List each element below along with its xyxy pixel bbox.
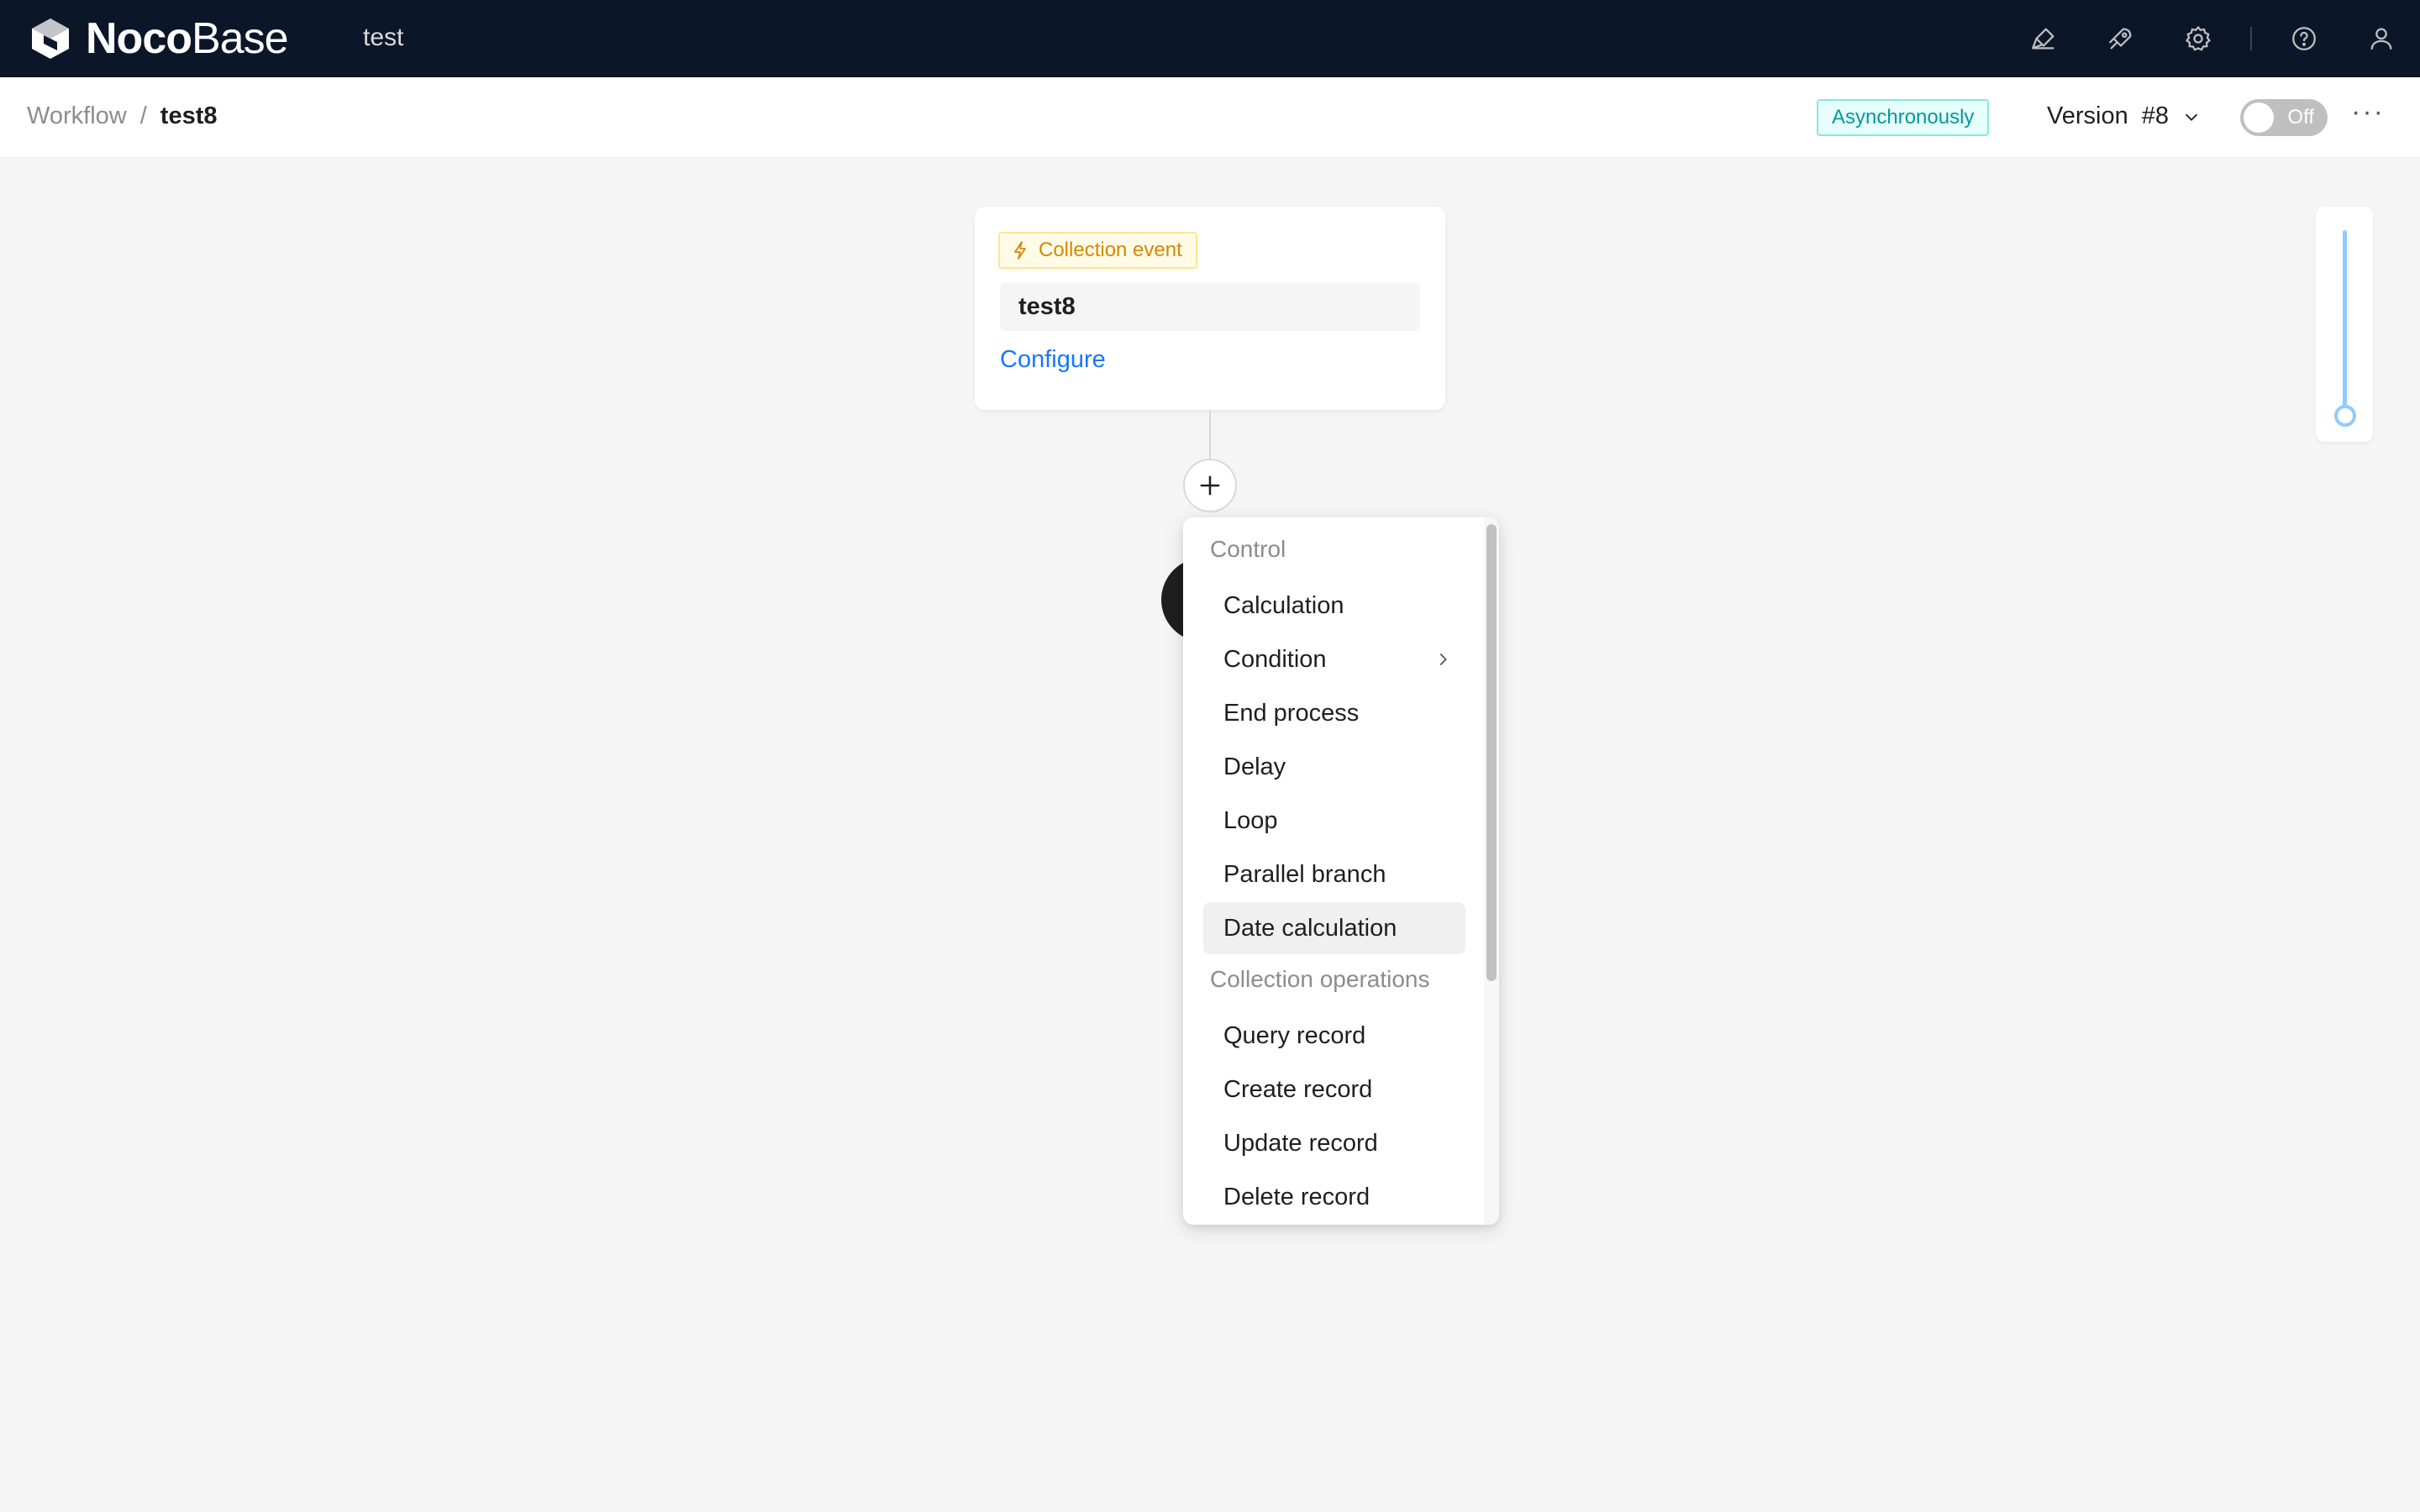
version-dropdown[interactable]: Version #8 — [2047, 102, 2201, 130]
workflow-enable-toggle[interactable]: Off — [2240, 99, 2328, 136]
breadcrumb-separator: / — [139, 102, 147, 129]
version-label: Version — [2047, 102, 2128, 129]
top-navigation-bar: NocoBase test — [0, 0, 2420, 77]
menu-item-parallel-branch[interactable]: Parallel branch — [1203, 848, 1465, 900]
configure-link[interactable]: Configure — [1000, 346, 1106, 374]
menu-item-date-calculation[interactable]: Date calculation — [1203, 902, 1465, 954]
menu-item-loop[interactable]: Loop — [1203, 795, 1465, 847]
flow-connector-line — [1209, 410, 1211, 462]
zoom-slider-panel — [2316, 207, 2373, 442]
menu-scrollbar-thumb[interactable] — [1486, 524, 1497, 981]
topbar-divider — [2250, 27, 2252, 50]
trigger-type-tag: Collection event — [998, 232, 1197, 269]
more-options-icon[interactable]: ··· — [2351, 96, 2385, 129]
menu-item-condition[interactable]: Condition — [1203, 633, 1465, 685]
plus-icon — [1200, 475, 1220, 496]
zoom-slider-handle[interactable] — [2334, 405, 2356, 427]
zoom-slider-rail[interactable] — [2343, 230, 2347, 415]
menu-item-calculation[interactable]: Calculation — [1203, 580, 1465, 632]
trigger-title[interactable]: test8 — [1000, 282, 1420, 331]
nocobase-logo-icon — [32, 18, 69, 59]
trigger-node-card[interactable]: Collection event test8 Configure — [975, 207, 1445, 410]
menu-item-delay[interactable]: Delay — [1203, 741, 1465, 793]
breadcrumb-current: test8 — [160, 102, 218, 129]
menu-group-collection-operations: Collection operations — [1210, 966, 1430, 992]
menu-item-delete-record[interactable]: Delete record — [1203, 1171, 1465, 1223]
menu-item-update-record[interactable]: Update record — [1203, 1117, 1465, 1169]
breadcrumb: Workflow / test8 — [27, 102, 217, 130]
add-node-button[interactable] — [1183, 459, 1237, 512]
menu-group-control: Control — [1210, 536, 1286, 562]
help-question-icon[interactable] — [2287, 22, 2321, 55]
menu-item-query-record[interactable]: Query record — [1203, 1010, 1465, 1062]
toggle-label: Off — [2287, 106, 2314, 129]
app-name[interactable]: test — [363, 24, 403, 52]
thunderbolt-icon — [1014, 241, 1026, 260]
menu-item-create-record[interactable]: Create record — [1203, 1063, 1465, 1116]
toggle-knob — [2244, 102, 2274, 133]
chevron-down-icon — [2185, 113, 2198, 121]
breadcrumb-workflow-link[interactable]: Workflow — [27, 102, 127, 130]
theme-brush-icon[interactable] — [2027, 22, 2060, 55]
menu-item-end-process[interactable]: End process — [1203, 687, 1465, 739]
chevron-right-icon — [1439, 653, 1447, 666]
add-node-menu: Control Calculation Condition End proces… — [1183, 517, 1499, 1225]
workflow-header: Workflow / test8 Asynchronously Version … — [0, 77, 2420, 158]
version-number: #8 — [2141, 102, 2169, 129]
nocobase-logo[interactable]: NocoBase — [25, 13, 289, 64]
logo-text: NocoBase — [86, 14, 289, 63]
user-icon[interactable] — [2365, 22, 2398, 55]
menu-scrollbar[interactable] — [1484, 517, 1499, 1225]
settings-gear-icon[interactable] — [2181, 22, 2215, 55]
execution-mode-tag: Asynchronously — [1817, 99, 1990, 136]
plugin-rocket-icon[interactable] — [2104, 22, 2138, 55]
